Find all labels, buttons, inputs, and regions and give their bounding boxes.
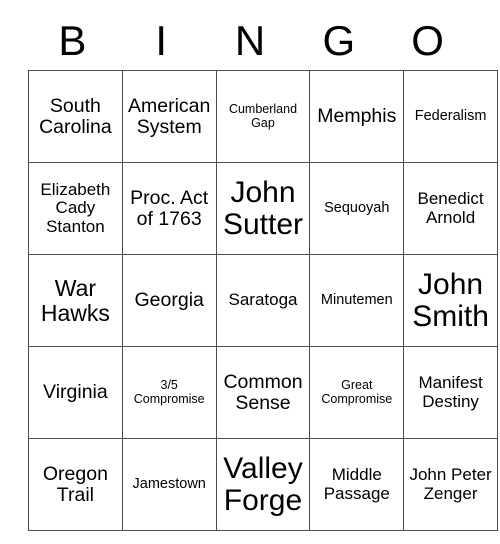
bingo-header-letter-b: B <box>58 17 87 64</box>
bingo-row: Virginia 3/5 Compromise Common Sense Gre… <box>28 346 498 439</box>
bingo-cell-label: John Smith <box>412 267 489 333</box>
bingo-cell[interactable]: Elizabeth Cady Stanton <box>28 162 123 255</box>
bingo-cell-label: Valley Forge <box>223 451 303 517</box>
bingo-row: War Hawks Georgia Saratoga Minutemen Joh… <box>28 254 498 347</box>
bingo-cell-label: Federalism <box>414 107 487 124</box>
bingo-cell-label: War Hawks <box>40 275 110 326</box>
bingo-cell[interactable]: Sequoyah <box>309 162 405 255</box>
bingo-cell[interactable]: Middle Passage <box>309 438 405 531</box>
bingo-cell-label: Oregon Trail <box>42 462 108 506</box>
bingo-cell[interactable]: John Smith <box>403 254 498 347</box>
bingo-cell-label: Memphis <box>317 105 397 128</box>
bingo-cell-label: 3/5 Compromise <box>133 378 205 406</box>
bingo-cell-label: Georgia <box>134 289 204 312</box>
bingo-cell[interactable]: Virginia <box>28 346 123 439</box>
bingo-cell[interactable]: American System <box>121 70 217 163</box>
bingo-cell-label: Elizabeth Cady Stanton <box>40 180 111 236</box>
bingo-cell[interactable]: Georgia <box>121 254 217 347</box>
bingo-row: South Carolina American System Cumberlan… <box>28 70 498 163</box>
bingo-header-letter-i: I <box>155 17 168 64</box>
bingo-cell-label: South Carolina <box>39 94 112 138</box>
bingo-cell-label: Jamestown <box>132 475 206 492</box>
bingo-cell[interactable]: South Carolina <box>28 70 123 163</box>
bingo-cell-label: John Peter Zenger <box>409 465 492 503</box>
bingo-cell-label: Common Sense <box>223 370 303 414</box>
bingo-cell-label: John Sutter <box>222 175 304 241</box>
bingo-cell[interactable]: Memphis <box>309 70 405 163</box>
bingo-cell[interactable]: Common Sense <box>215 346 311 439</box>
bingo-cell-label: Virginia <box>43 381 108 404</box>
bingo-header: B I N G O <box>28 12 472 70</box>
bingo-cell[interactable]: Proc. Act of 1763 <box>121 162 217 255</box>
bingo-cell-label: Saratoga <box>228 290 298 310</box>
bingo-row: Oregon Trail Jamestown Valley Forge Midd… <box>28 438 498 531</box>
bingo-cell-label: Great Compromise <box>321 378 393 406</box>
bingo-cell[interactable]: Oregon Trail <box>28 438 123 531</box>
bingo-header-letter-n: N <box>234 17 266 64</box>
bingo-cell-label: Proc. Act of 1763 <box>130 186 209 230</box>
bingo-card: B I N G O South Carolina American System… <box>28 12 498 531</box>
bingo-row: Elizabeth Cady Stanton Proc. Act of 1763… <box>28 162 498 255</box>
bingo-cell[interactable]: Great Compromise <box>309 346 405 439</box>
bingo-cell-label: Middle Passage <box>323 465 390 503</box>
bingo-cell-label: Sequoyah <box>324 199 390 216</box>
bingo-cell[interactable]: Minutemen <box>309 254 405 347</box>
bingo-cell[interactable]: John Peter Zenger <box>403 438 498 531</box>
bingo-cell[interactable]: War Hawks <box>28 254 123 347</box>
bingo-grid: South Carolina American System Cumberlan… <box>28 70 498 531</box>
bingo-cell[interactable]: Jamestown <box>121 438 217 531</box>
bingo-cell[interactable]: Cumberland Gap <box>215 70 311 163</box>
bingo-cell-label: Benedict Arnold <box>417 189 484 227</box>
bingo-header-letter-g: G <box>322 17 356 64</box>
bingo-cell[interactable]: Valley Forge <box>215 438 311 531</box>
bingo-cell[interactable]: John Sutter <box>215 162 311 255</box>
bingo-cell-label: Cumberland Gap <box>228 102 298 130</box>
bingo-cell[interactable]: 3/5 Compromise <box>121 346 217 439</box>
bingo-cell-label: Minutemen <box>320 291 393 308</box>
bingo-header-letter-o: O <box>411 17 444 64</box>
bingo-cell[interactable]: Saratoga <box>215 254 311 347</box>
bingo-cell[interactable]: Benedict Arnold <box>403 162 498 255</box>
bingo-cell-label: Manifest Destiny <box>418 373 483 411</box>
bingo-cell[interactable]: Manifest Destiny <box>403 346 498 439</box>
bingo-cell[interactable]: Federalism <box>403 70 498 163</box>
bingo-cell-label: American System <box>128 94 211 138</box>
